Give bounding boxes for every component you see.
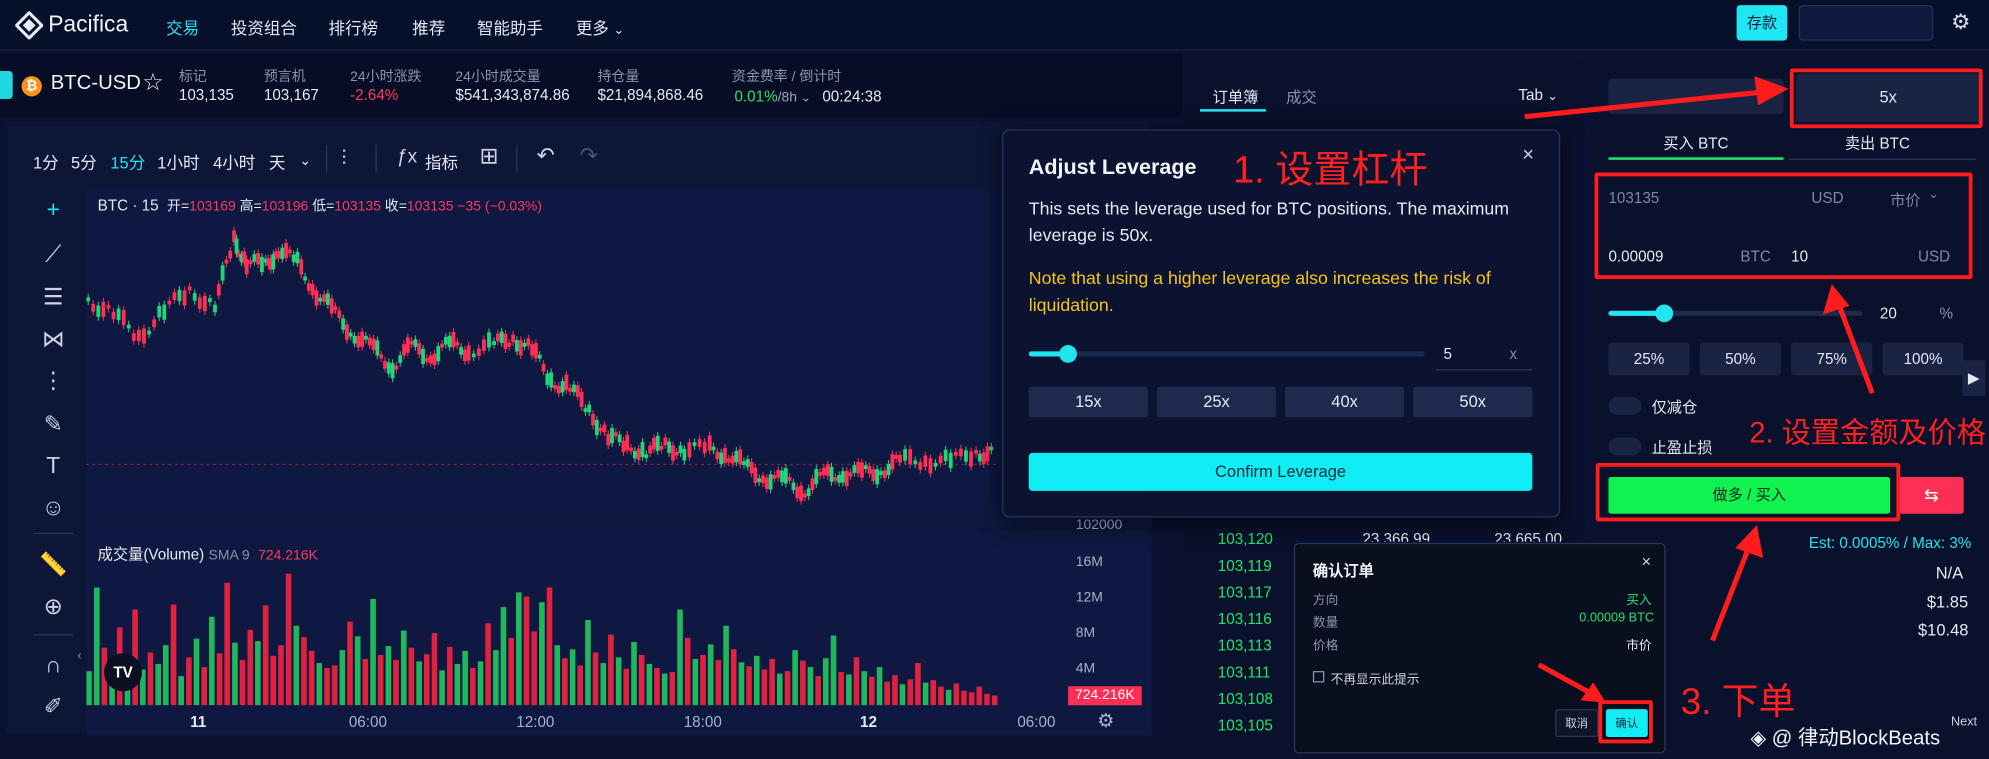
next-label[interactable]: Next xyxy=(1951,715,1977,729)
annotation-arrows xyxy=(1524,76,1875,703)
watermark-text: @ 律动BlockBeats xyxy=(1771,728,1941,750)
watermark: ◈ @ 律动BlockBeats xyxy=(1751,721,1941,751)
watermark-logo-icon: ◈ xyxy=(1750,728,1767,750)
